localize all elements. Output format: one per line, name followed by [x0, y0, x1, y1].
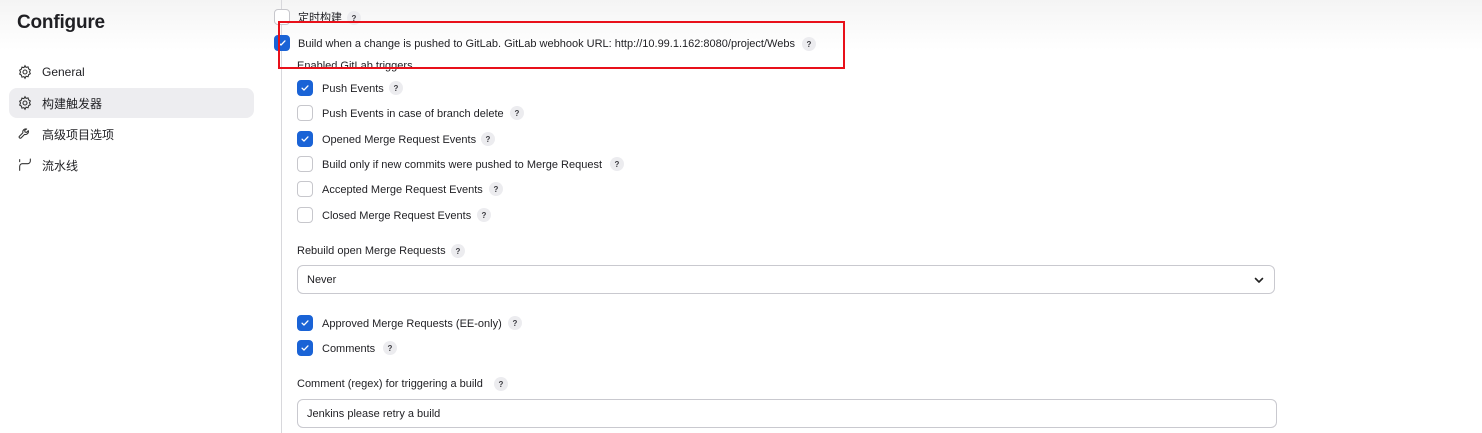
opened-mr-events-label: Opened Merge Request Events: [322, 134, 477, 146]
help-icon[interactable]: ?: [610, 157, 624, 171]
sidebar-item-label: General: [42, 65, 85, 79]
help-icon[interactable]: ?: [802, 37, 816, 51]
rebuild-mr-selected-value: Never: [307, 273, 337, 286]
comments-checkbox[interactable]: [297, 340, 313, 356]
pipeline-icon: [17, 157, 33, 173]
check-icon: [301, 345, 309, 351]
check-icon: [301, 85, 309, 91]
gear-icon: [17, 95, 33, 111]
gitlab-push-trigger-checkbox[interactable]: [274, 35, 290, 51]
push-events-branch-delete-checkbox[interactable]: [297, 105, 313, 121]
accepted-mr-events-checkbox[interactable]: [297, 181, 313, 197]
push-events-label: Push Events: [322, 83, 384, 95]
help-icon[interactable]: ?: [477, 208, 491, 222]
comment-regex-label: Comment (regex) for triggering a build: [297, 378, 483, 390]
comment-regex-input[interactable]: Jenkins please retry a build: [297, 399, 1277, 428]
sidebar-item-label: 高级项目选项: [42, 127, 115, 142]
approved-mr-label: Approved Merge Requests (EE-only): [322, 318, 502, 330]
help-icon[interactable]: ?: [347, 11, 361, 25]
rebuild-mr-select[interactable]: Never: [297, 265, 1275, 294]
sidebar-item-advanced-options[interactable]: 高级项目选项: [9, 119, 254, 149]
help-icon[interactable]: ?: [494, 377, 508, 391]
wrench-icon: [17, 126, 33, 142]
gitlab-push-trigger-label: Build when a change is pushed to GitLab.…: [298, 38, 795, 50]
sidebar-item-general[interactable]: General: [9, 57, 254, 87]
help-icon[interactable]: ?: [489, 182, 503, 196]
push-events-branch-delete-label: Push Events in case of branch delete: [322, 108, 504, 120]
check-icon: [278, 40, 286, 46]
page-title: Configure: [17, 12, 105, 33]
approved-mr-checkbox[interactable]: [297, 315, 313, 331]
enabled-triggers-heading: Enabled GitLab triggers: [297, 60, 413, 72]
sidebar-item-label: 流水线: [42, 158, 79, 173]
help-icon[interactable]: ?: [481, 132, 495, 146]
scheduled-build-label: 定时构建: [298, 12, 342, 24]
push-events-checkbox[interactable]: [297, 80, 313, 96]
build-only-new-commits-label: Build only if new commits were pushed to…: [322, 159, 603, 171]
closed-mr-events-label: Closed Merge Request Events: [322, 210, 472, 222]
help-icon[interactable]: ?: [508, 316, 522, 330]
comment-regex-value: Jenkins please retry a build: [307, 407, 441, 420]
sidebar-divider: [281, 0, 282, 433]
comments-label: Comments: [322, 343, 376, 355]
sidebar-item-label: 构建触发器: [42, 96, 103, 111]
help-icon[interactable]: ?: [389, 81, 403, 95]
rebuild-mr-label: Rebuild open Merge Requests: [297, 245, 446, 257]
opened-mr-events-checkbox[interactable]: [297, 131, 313, 147]
help-icon[interactable]: ?: [451, 244, 465, 258]
help-icon[interactable]: ?: [510, 106, 524, 120]
sidebar-item-build-triggers[interactable]: 构建触发器: [9, 88, 254, 118]
accepted-mr-events-label: Accepted Merge Request Events: [322, 184, 483, 196]
build-only-new-commits-checkbox[interactable]: [297, 156, 313, 172]
chevron-down-icon: [1254, 277, 1264, 283]
scheduled-build-checkbox[interactable]: [274, 9, 290, 25]
help-icon[interactable]: ?: [383, 341, 397, 355]
sidebar-item-pipeline[interactable]: 流水线: [9, 150, 254, 180]
check-icon: [301, 136, 309, 142]
check-icon: [301, 320, 309, 326]
gear-icon: [17, 64, 33, 80]
closed-mr-events-checkbox[interactable]: [297, 207, 313, 223]
sidebar: Configure General 构建触发器 高级项目选项 流水线: [0, 0, 282, 433]
